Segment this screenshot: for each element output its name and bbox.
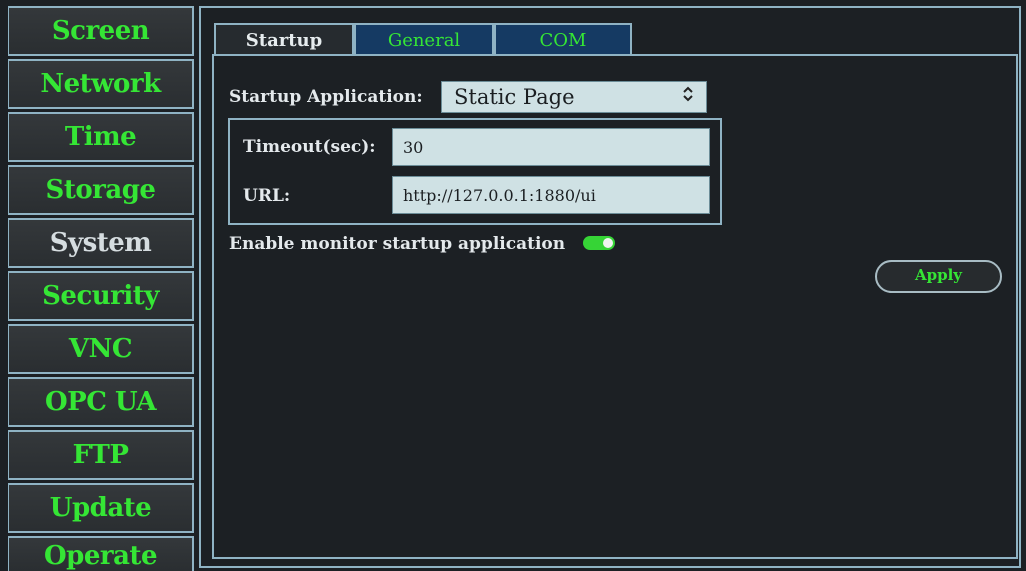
sidebar: Screen Network Time Storage System Secur… <box>8 6 194 571</box>
url-label: URL: <box>243 186 291 206</box>
sidebar-item-update[interactable]: Update <box>8 483 194 533</box>
startup-application-value: Static Page <box>454 85 575 109</box>
sidebar-item-vnc[interactable]: VNC <box>8 324 194 374</box>
sidebar-item-label: Time <box>64 122 137 152</box>
sidebar-item-label: Screen <box>51 16 150 46</box>
sidebar-item-ftp[interactable]: FTP <box>8 430 194 480</box>
sidebar-item-label: VNC <box>68 334 133 364</box>
chevron-up-down-icon <box>682 85 694 108</box>
sidebar-item-label: Operate <box>44 541 157 571</box>
sidebar-item-security[interactable]: Security <box>8 271 194 321</box>
startup-application-select[interactable]: Static Page <box>441 81 707 113</box>
url-input[interactable]: http://127.0.0.1:1880/ui <box>392 176 710 214</box>
monitor-startup-label: Enable monitor startup application <box>229 234 566 254</box>
sidebar-item-label: Security <box>42 281 159 311</box>
toggle-knob <box>603 238 613 248</box>
sidebar-item-time[interactable]: Time <box>8 112 194 162</box>
sidebar-item-label: FTP <box>72 440 129 470</box>
monitor-startup-toggle[interactable] <box>583 236 615 250</box>
sidebar-item-network[interactable]: Network <box>8 59 194 109</box>
tab-com[interactable]: COM <box>494 23 632 55</box>
timeout-input[interactable]: 30 <box>392 128 710 166</box>
tab-label: COM <box>539 29 587 51</box>
tab-startup[interactable]: Startup <box>214 23 354 55</box>
startup-application-label: Startup Application: <box>229 87 423 107</box>
sidebar-item-label: Storage <box>45 175 156 205</box>
sidebar-item-storage[interactable]: Storage <box>8 165 194 215</box>
timeout-label: Timeout(sec): <box>243 137 376 157</box>
sidebar-item-screen[interactable]: Screen <box>8 6 194 56</box>
sidebar-item-operate[interactable]: Operate <box>8 536 194 571</box>
sidebar-item-label: System <box>49 228 152 258</box>
sidebar-item-label: OPC UA <box>45 387 157 417</box>
sidebar-item-system[interactable]: System <box>8 218 194 268</box>
tab-label: General <box>387 29 461 51</box>
sidebar-item-label: Update <box>49 493 152 523</box>
sidebar-item-label: Network <box>40 69 161 99</box>
tab-general[interactable]: General <box>354 23 494 55</box>
apply-button[interactable]: Apply <box>875 260 1002 293</box>
tab-label: Startup <box>245 29 323 51</box>
sidebar-item-opc-ua[interactable]: OPC UA <box>8 377 194 427</box>
